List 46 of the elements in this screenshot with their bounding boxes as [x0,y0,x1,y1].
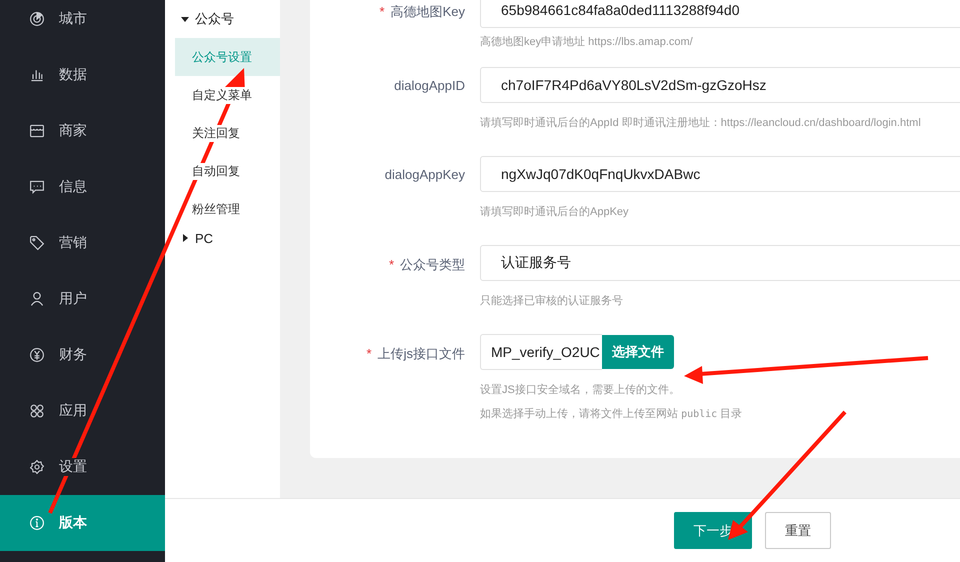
user-icon [29,291,45,307]
yen-icon [29,347,45,363]
submenu-group[interactable]: PC [165,228,280,248]
field-label: dialogAppID [394,78,465,93]
field-hint: 高德地图key申请地址 https://lbs.amap.com/ [480,34,694,49]
sidebar-item[interactable]: 版本 [0,495,165,551]
text-field[interactable]: 认证服务号 [480,245,960,281]
sidebar-item[interactable]: 商家 [0,103,165,159]
caret-icon [181,234,189,242]
submenu-group[interactable]: 公众号 [165,9,280,29]
sidebar-item[interactable]: 城市 [0,0,165,47]
sidebar-item[interactable]: 设置 [0,439,165,495]
sidebar-item[interactable]: 应用 [0,383,165,439]
submenu-item[interactable]: 粉丝管理 [192,200,240,218]
sidebar-item[interactable]: 财务 [0,327,165,383]
field-hint: 请填写即时通讯后台的AppId 即时通讯注册地址：https://leancloud.cn/dashboard/login.html [480,116,922,130]
chat-icon [29,179,45,195]
text-field[interactable]: 65b984661c84fa8a0ded1113288f94d0 [480,0,960,28]
sidebar-item[interactable]: 营销 [0,215,165,271]
field-label: * 公众号类型 [388,256,465,274]
apps-icon [29,403,45,419]
field-label: dialogAppKey [384,167,465,182]
settings-icon [29,459,45,475]
sidebar-item[interactable]: 数据 [0,47,165,103]
field-hint: 设置JS接口安全域名，需要上传的文件。 [480,382,681,397]
field-label: * 高德地图Key [380,3,465,21]
footer-button[interactable]: 下一步 [674,512,752,549]
text-field[interactable]: ngXwJq07dK0qFnqUkvxDABwc [480,156,960,192]
radar-icon [29,11,45,27]
sidebar-item[interactable]: 用户 [0,271,165,327]
field-label: * 上传js接口文件 [366,345,465,363]
field-hint: 只能选择已审核的认证服务号 [480,294,624,308]
caret-icon [181,15,189,23]
submenu-item[interactable]: 自动回复 [192,162,240,180]
footer-button[interactable]: 重置 [765,512,831,549]
submenu-item[interactable]: 自定义菜单 [192,86,252,104]
text-field[interactable]: ch7oIF7R4Pd6aVY80LsV2dSm-gzGzoHsz [480,67,960,103]
submenu-item[interactable]: 关注回复 [192,124,240,142]
tag-icon [29,235,45,251]
sidebar-item[interactable]: 信息 [0,159,165,215]
shop-icon [29,123,45,139]
info-icon [29,515,45,531]
choose-file-button[interactable]: 选择文件 [602,335,674,369]
field-hint: 请填写即时通讯后台的AppKey [480,204,630,219]
field-hint: 如果选择手动上传，请将文件上传至网站 public 目录 [480,406,744,421]
bar-chart-icon [29,67,45,83]
